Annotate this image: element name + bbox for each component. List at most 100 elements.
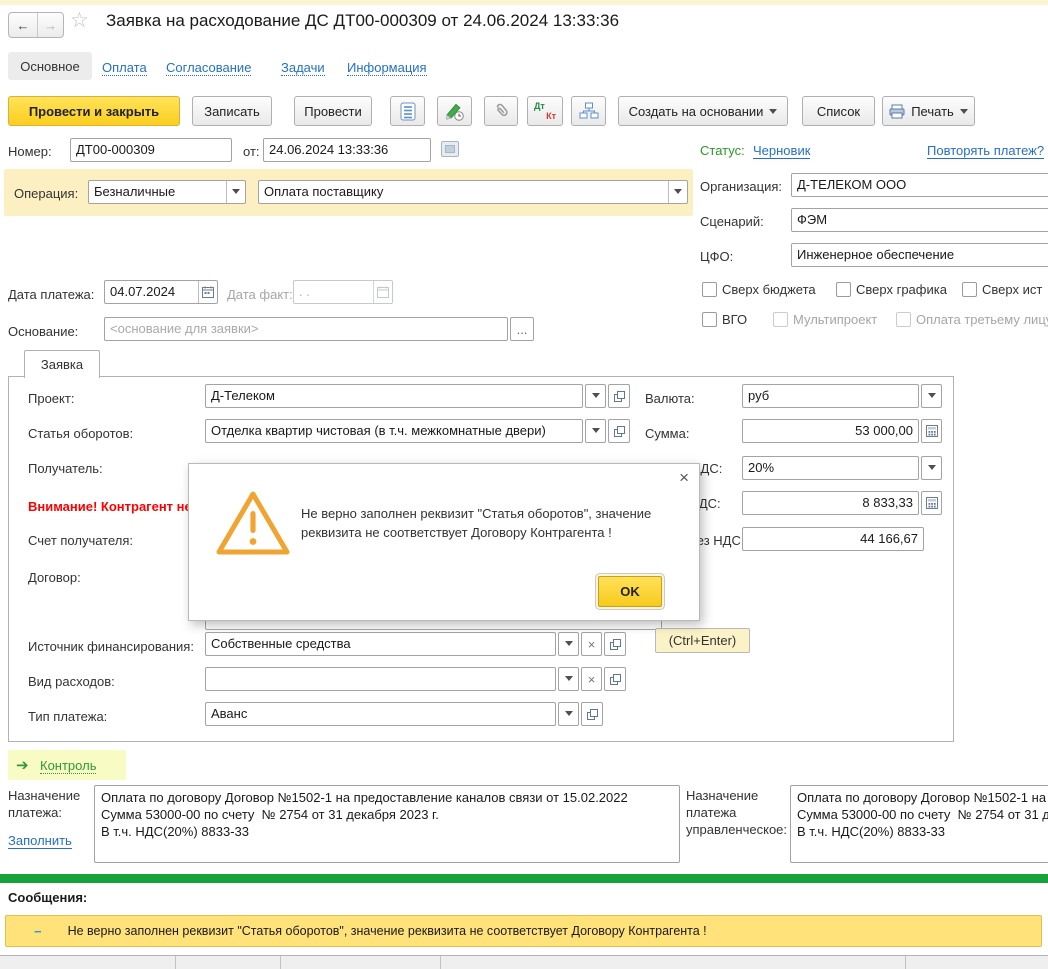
dt-kt-icon: Дт Кт xyxy=(534,101,556,121)
status-link[interactable]: Черновик xyxy=(753,143,810,159)
open-icon xyxy=(610,674,621,685)
nav-forward-button[interactable]: → xyxy=(38,13,63,37)
message-dash-icon: − xyxy=(34,924,42,939)
basis-more-button[interactable]: ... xyxy=(510,317,534,341)
chevron-down-icon[interactable] xyxy=(226,181,245,203)
purpose-mgmt-textarea[interactable]: Оплата по договору Договор №1502-1 на пр… xyxy=(790,785,1048,863)
chevron-down-icon xyxy=(960,109,968,118)
chevron-down-icon[interactable] xyxy=(668,181,687,203)
project-open-button[interactable] xyxy=(608,384,630,408)
green-divider[interactable] xyxy=(0,874,1048,883)
status-label: Статус: xyxy=(700,143,745,158)
recipient-label: Получатель: xyxy=(28,461,103,476)
structure-button[interactable] xyxy=(571,96,606,126)
vat-amount-calculator-button[interactable] xyxy=(921,491,942,515)
post-and-close-button[interactable]: Провести и закрыть xyxy=(8,96,180,126)
tab-info[interactable]: Информация xyxy=(347,60,427,76)
repeat-payment-link[interactable]: Повторять платеж? xyxy=(927,143,1044,159)
vgo-label: ВГО xyxy=(722,312,747,327)
from-label: от: xyxy=(243,144,260,159)
create-based-on-label: Создать на основании xyxy=(629,104,764,119)
tab-tasks[interactable]: Задачи xyxy=(281,60,325,76)
number-input[interactable]: ДТ00-000309 xyxy=(70,138,232,162)
project-dropdown-button[interactable] xyxy=(585,384,606,408)
control-link[interactable]: Контроль xyxy=(40,758,96,774)
print-button[interactable]: Печать xyxy=(882,96,975,126)
over-schedule-checkbox[interactable] xyxy=(836,282,851,297)
payment-type-open-button[interactable] xyxy=(581,702,603,726)
pay-third-party-checkbox xyxy=(896,312,911,327)
open-icon xyxy=(610,639,621,650)
report-button[interactable] xyxy=(390,96,425,126)
currency-input[interactable]: руб xyxy=(742,384,919,408)
post-button[interactable]: Провести xyxy=(294,96,372,126)
ctrl-enter-hint: (Ctrl+Enter) xyxy=(655,628,750,653)
pay-date-label: Дата платежа: xyxy=(8,287,94,302)
payment-type-dropdown-button[interactable] xyxy=(558,702,579,726)
operation-label: Операция: xyxy=(14,186,78,201)
over-source-checkbox[interactable] xyxy=(962,282,977,297)
scenario-label: Сценарий: xyxy=(700,214,764,229)
save-button[interactable]: Записать xyxy=(192,96,272,126)
vat-rate-dropdown-button[interactable] xyxy=(921,456,942,480)
open-icon xyxy=(587,709,598,720)
payment-type-input[interactable]: Аванс xyxy=(205,702,556,726)
create-based-on-button[interactable]: Создать на основании xyxy=(618,96,788,126)
nav-back-button[interactable]: ← xyxy=(9,13,38,37)
datetime-input[interactable]: 24.06.2024 13:33:36 xyxy=(263,138,431,162)
attachments-button[interactable] xyxy=(484,96,518,126)
basis-input[interactable]: <основание для заявки> xyxy=(104,317,508,341)
warning-dialog: × Не верно заполнен реквизит "Статья обо… xyxy=(188,463,700,621)
amount-calculator-button[interactable] xyxy=(921,419,942,443)
dialog-close-icon[interactable]: × xyxy=(679,468,689,488)
cfo-input[interactable]: Инженерное обеспечение xyxy=(791,243,1048,267)
contragent-warning-text: Внимание! Контрагент не а xyxy=(28,499,203,514)
funding-source-dropdown-button[interactable] xyxy=(558,632,579,656)
calendar-icon[interactable] xyxy=(198,281,217,303)
list-button[interactable]: Список xyxy=(802,96,875,126)
tab-main[interactable]: Основное xyxy=(8,52,92,80)
multiproject-label: Мультипроект xyxy=(793,312,877,327)
purpose-fill-link[interactable]: Заполнить xyxy=(8,833,72,849)
scenario-input[interactable]: ФЭМ xyxy=(791,208,1048,232)
sign-button[interactable] xyxy=(437,96,472,126)
over-budget-checkbox[interactable] xyxy=(702,282,717,297)
dialog-ok-button[interactable]: OK xyxy=(598,576,662,607)
operation-method-combo[interactable]: Безналичные xyxy=(88,180,246,204)
project-input[interactable]: Д-Телеком xyxy=(205,384,583,408)
pay-date-input[interactable]: 04.07.2024 xyxy=(104,280,218,304)
project-label: Проект: xyxy=(28,391,74,406)
turnover-item-dropdown-button[interactable] xyxy=(585,419,606,443)
turnover-item-open-button[interactable] xyxy=(608,419,630,443)
purpose-textarea[interactable]: Оплата по договору Договор №1502-1 на пр… xyxy=(94,785,680,863)
operation-kind-combo[interactable]: Оплата поставщику xyxy=(258,180,688,204)
vat-rate-input[interactable]: 20% xyxy=(742,456,919,480)
amount-input[interactable]: 53 000,00 xyxy=(742,419,919,443)
message-bar[interactable]: − Не верно заполнен реквизит "Статья обо… xyxy=(5,915,1042,947)
purpose-label: Назначение платежа: xyxy=(8,787,88,821)
vgo-checkbox[interactable] xyxy=(702,312,717,327)
funding-source-open-button[interactable] xyxy=(604,632,626,656)
tab-approval[interactable]: Согласование xyxy=(166,60,251,76)
tab-payment[interactable]: Оплата xyxy=(102,60,147,76)
calculator-icon xyxy=(926,425,938,437)
tab-request[interactable]: Заявка xyxy=(24,350,100,378)
vat-amount-input[interactable]: 8 833,33 xyxy=(742,491,919,515)
expense-kind-open-button[interactable] xyxy=(604,667,626,691)
bottom-table-header[interactable] xyxy=(0,955,1048,969)
funding-source-clear-button[interactable]: × xyxy=(581,632,602,656)
number-lock-icon[interactable] xyxy=(441,141,459,157)
report-list-icon xyxy=(400,102,416,121)
expense-kind-clear-button[interactable]: × xyxy=(581,667,602,691)
dt-kt-button[interactable]: Дт Кт xyxy=(527,96,563,126)
turnover-item-input[interactable]: Отделка квартир чистовая (в т.ч. межкомн… xyxy=(205,419,583,443)
structure-icon xyxy=(579,102,599,120)
paperclip-icon xyxy=(492,102,510,121)
expense-kind-input[interactable] xyxy=(205,667,556,691)
currency-dropdown-button[interactable] xyxy=(921,384,942,408)
funding-source-input[interactable]: Собственные средства xyxy=(205,632,556,656)
favorite-star-icon[interactable]: ☆ xyxy=(70,8,89,33)
expense-kind-dropdown-button[interactable] xyxy=(558,667,579,691)
amount-wo-vat-input[interactable]: 44 166,67 xyxy=(742,527,924,551)
organization-input[interactable]: Д-ТЕЛЕКОМ ООО xyxy=(791,173,1048,197)
